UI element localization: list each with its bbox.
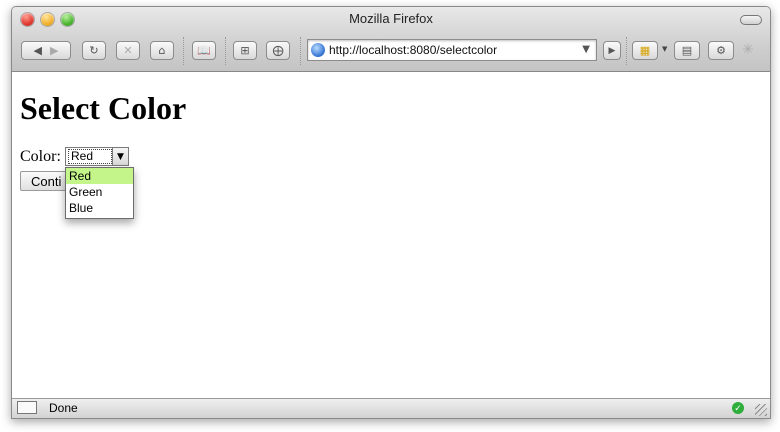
color-select[interactable]: Red ▼ <box>65 147 129 166</box>
plus-icon: ⊞ <box>240 44 250 57</box>
toolbar-separator <box>183 37 185 65</box>
stop-icon: ✕ <box>123 44 133 57</box>
new-tab-icon: ⨁ <box>272 44 284 57</box>
page-title: Select Color <box>20 90 187 126</box>
url-dropdown-icon[interactable]: ▼ <box>582 44 590 55</box>
url-text[interactable]: http://localhost:8080/selectcolor <box>329 43 497 57</box>
window-button[interactable]: ▤ <box>674 41 700 60</box>
resize-grip-icon[interactable] <box>755 404 767 416</box>
toolbar-separator <box>225 37 227 65</box>
status-bar: Done ✓ <box>12 398 770 418</box>
home-button[interactable]: ⌂ <box>150 41 174 60</box>
bookmarks-button[interactable]: 📖 <box>192 41 216 60</box>
option-blue[interactable]: Blue <box>66 200 133 216</box>
window-title: Mozilla Firefox <box>349 11 433 26</box>
gear-icon: ⚙ <box>716 44 726 57</box>
connection-icon <box>17 401 37 414</box>
loading-spinner-icon: ✳ <box>742 42 754 58</box>
title-bar: Mozilla Firefox ◀ ▶ ↻ ✕ ⌂ 📖 ⊞ ⨁ http://l… <box>12 7 770 72</box>
home-icon: ⌂ <box>158 44 166 57</box>
status-text: Done <box>49 401 78 415</box>
back-forward-button[interactable]: ◀ ▶ <box>21 41 71 60</box>
downloads-icon: ▦ <box>639 44 651 57</box>
chevron-down-icon[interactable]: ▼ <box>112 148 128 165</box>
settings-button[interactable]: ⚙ <box>708 41 734 60</box>
url-bar[interactable]: http://localhost:8080/selectcolor ▼ <box>307 39 597 61</box>
downloads-button[interactable]: ▦ <box>632 41 658 60</box>
color-label: Color: <box>20 148 61 165</box>
new-tab-button[interactable]: ⨁ <box>266 41 290 60</box>
bookmarks-icon: 📖 <box>197 44 211 57</box>
toolbar-toggle-button[interactable] <box>740 15 762 25</box>
downloads-dropdown-icon[interactable]: ▼ <box>662 45 667 53</box>
toolbar-separator <box>626 37 628 65</box>
reload-button[interactable]: ↻ <box>82 41 106 60</box>
option-red[interactable]: Red <box>66 168 133 184</box>
window-icon: ▤ <box>681 44 693 57</box>
forward-icon[interactable]: ▶ <box>50 44 58 57</box>
option-green[interactable]: Green <box>66 184 133 200</box>
browser-window: Mozilla Firefox ◀ ▶ ↻ ✕ ⌂ 📖 ⊞ ⨁ http://l… <box>11 6 771 419</box>
color-dropdown-list: Red Green Blue <box>65 167 134 219</box>
select-current-value[interactable]: Red <box>68 149 112 164</box>
go-icon: ▶ <box>608 45 616 56</box>
globe-icon <box>311 43 325 57</box>
back-icon[interactable]: ◀ <box>34 44 42 57</box>
reload-icon: ↻ <box>89 44 99 57</box>
stop-button[interactable]: ✕ <box>116 41 140 60</box>
go-button[interactable]: ▶ <box>603 41 621 60</box>
toolbar-separator <box>300 37 302 65</box>
checkmark-icon: ✓ <box>732 402 744 414</box>
add-bookmark-button[interactable]: ⊞ <box>233 41 257 60</box>
page-content: Select Color Color: Conti Red ▼ Red Gree… <box>12 72 770 398</box>
